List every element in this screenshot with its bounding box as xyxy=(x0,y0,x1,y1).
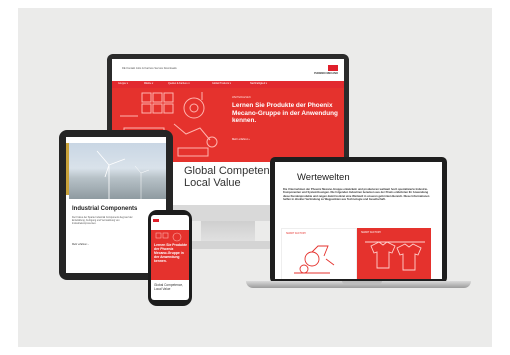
tablet-more-link[interactable]: Mehr erfahren › xyxy=(72,243,88,246)
laptop-notch xyxy=(342,281,382,284)
phoenix-mecano-logo[interactable]: PHOENIX MECANO xyxy=(306,65,338,75)
phone-screen: Lernen Sie Produkte der Phoenix Mecano-G… xyxy=(151,215,189,300)
robot-arm-icon xyxy=(294,245,335,274)
industrial-components-text: Der Fokus der Sparte Industrial Componen… xyxy=(72,216,133,226)
menu-item-maerkte[interactable]: Märkte ▾ xyxy=(144,82,153,85)
wertewelten-heading: Wertewelten xyxy=(297,172,350,183)
tablet-accent-bar xyxy=(66,143,69,195)
phone-logo-icon xyxy=(153,219,159,222)
industrial-components-title: Industrial Components xyxy=(72,206,138,212)
wertewelten-intro: Die Unternehmen der Phoenix Mecano-Grupp… xyxy=(283,188,430,202)
smart-factory-card-right[interactable]: SMART FACTORY xyxy=(357,228,431,279)
phone-global-heading: Global Competence, Local Value xyxy=(154,283,184,291)
phone-hero: Lernen Sie Produkte der Phoenix Mecano-G… xyxy=(151,230,189,280)
logo-text: PHOENIX MECANO xyxy=(314,72,338,75)
menu-item-products[interactable]: Global Products ▾ xyxy=(212,82,231,85)
hero-title: Lernen Sie Produkte der Phoenix Mecano-G… xyxy=(232,102,338,125)
menu-item-karriere[interactable]: Quellen & Karriere ▾ xyxy=(168,82,190,85)
phone-hero-title: Lernen Sie Produkte der Phoenix Mecano-G… xyxy=(154,243,187,263)
global-line-2: Local Value xyxy=(184,176,241,189)
monitor-stand-neck xyxy=(201,221,255,243)
main-menu: Gruppe ▾ Märkte ▾ Quellen & Karriere ▾ G… xyxy=(112,81,344,88)
wind-turbine-photo xyxy=(69,143,166,199)
wind-turbine-icon xyxy=(96,150,150,199)
global-competence-heading: Global Competen Local Value xyxy=(184,165,270,189)
website-header: DE Kontakt Jobs & Karriere Service Downl… xyxy=(112,59,344,88)
menu-item-nachhaltigkeit[interactable]: Nachhaltigkeit ▾ xyxy=(250,82,267,85)
hero-kicker: WEITERLESEN xyxy=(232,96,251,99)
monitor-stand-base xyxy=(184,241,272,249)
menu-item-gruppe[interactable]: Gruppe ▾ xyxy=(118,82,128,85)
shirts-icon xyxy=(365,241,425,271)
phone-machine-icon xyxy=(155,232,182,242)
logo-icon xyxy=(328,65,338,71)
global-line-1: Global Competen xyxy=(184,165,270,177)
hero-more-link[interactable]: Mehr erfahren › xyxy=(232,138,250,141)
laptop-screen: Wertewelten Die Unternehmen der Phoenix … xyxy=(275,162,442,279)
smart-factory-card-left[interactable]: SMART FACTORY xyxy=(281,228,357,279)
top-nav[interactable]: DE Kontakt Jobs & Karriere Service Downl… xyxy=(122,67,177,70)
